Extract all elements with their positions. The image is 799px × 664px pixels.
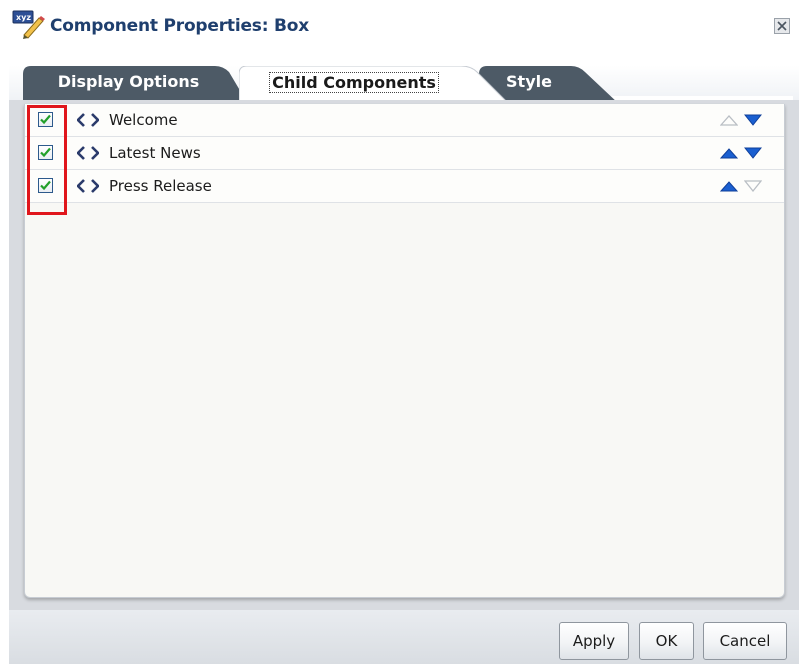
move-up-icon[interactable]: [720, 180, 738, 192]
tab-display-options-label: Display Options: [57, 72, 200, 91]
svg-text:xyz: xyz: [16, 13, 31, 22]
move-down-icon[interactable]: [744, 114, 762, 126]
code-icon: [77, 179, 99, 193]
code-icon: [77, 113, 99, 127]
component-name: Welcome: [109, 111, 178, 129]
dialog-titlebar: xyz Component Properties: Box: [0, 0, 799, 56]
tab-display-options[interactable]: Display Options: [23, 66, 248, 104]
component-name: Latest News: [109, 144, 201, 162]
tab-child-components-label: Child Components: [239, 72, 469, 93]
tab-strip: Display Options Style Child Components: [9, 56, 799, 104]
list-item: Press Release: [25, 170, 784, 203]
move-down-icon[interactable]: [744, 147, 762, 159]
move-up-icon[interactable]: [720, 147, 738, 159]
dialog-title: Component Properties: Box: [50, 16, 310, 36]
list-item: Welcome: [25, 104, 784, 137]
apply-button[interactable]: Apply: [559, 622, 629, 660]
ok-button[interactable]: OK: [639, 622, 694, 660]
cancel-button[interactable]: Cancel: [703, 622, 787, 660]
move-down-icon[interactable]: [744, 180, 762, 192]
tab-child-components-text: Child Components: [269, 72, 439, 93]
tab-child-components[interactable]: Child Components: [239, 66, 509, 104]
move-up-icon[interactable]: [720, 114, 738, 126]
close-icon[interactable]: [774, 18, 790, 34]
edit-properties-icon: xyz: [12, 10, 45, 39]
child-components-list: Welcome Latest News Press Release: [24, 104, 785, 598]
code-icon: [77, 146, 99, 160]
list-item: Latest News: [25, 137, 784, 170]
checkbox-highlight-box: [27, 105, 67, 215]
component-name: Press Release: [109, 177, 212, 195]
